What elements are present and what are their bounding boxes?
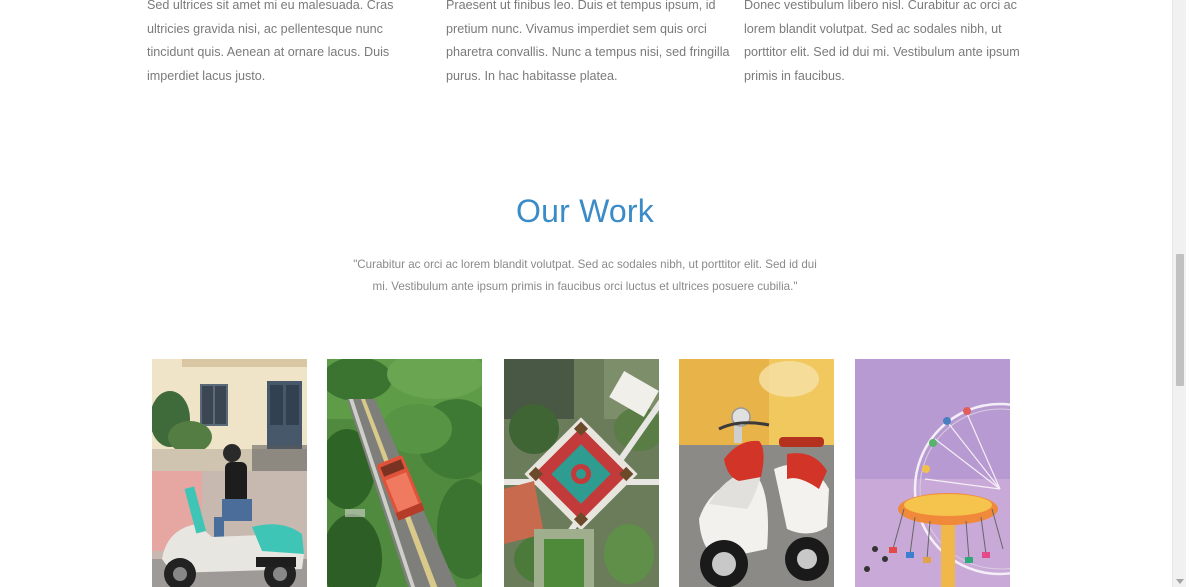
vertical-scrollbar[interactable] <box>1172 0 1186 587</box>
our-work-quote: "Curabitur ac orci ac lorem blandit volu… <box>353 258 817 293</box>
feature-text-1: Sed ultrices sit amet mi eu malesuada. C… <box>147 0 394 83</box>
page: Sed ultrices sit amet mi eu malesuada. C… <box>0 0 1186 587</box>
feature-text-2: Praesent ut finibus leo. Duis et tempus … <box>446 0 730 83</box>
gallery-item-ferris-wheel[interactable] <box>855 359 1010 587</box>
gallery-item-woman-on-scooter[interactable] <box>152 359 307 587</box>
feature-text-3: Donec vestibulum libero nisl. Curabitur … <box>744 0 1020 83</box>
gallery-item-red-white-scooter[interactable] <box>679 359 834 587</box>
gallery-image-2 <box>327 359 482 587</box>
gallery-image-4 <box>679 359 834 587</box>
gallery-image-5 <box>855 359 1010 587</box>
scroll-down-arrow-icon[interactable] <box>1176 579 1184 584</box>
gallery-image-1 <box>152 359 307 587</box>
gallery-image-3 <box>504 359 659 587</box>
gallery-item-aerial-courtyard[interactable] <box>504 359 659 587</box>
gallery-item-bus-on-road[interactable] <box>327 359 482 587</box>
our-work-title: Our Work <box>516 193 654 229</box>
scrollbar-thumb[interactable] <box>1176 254 1184 386</box>
